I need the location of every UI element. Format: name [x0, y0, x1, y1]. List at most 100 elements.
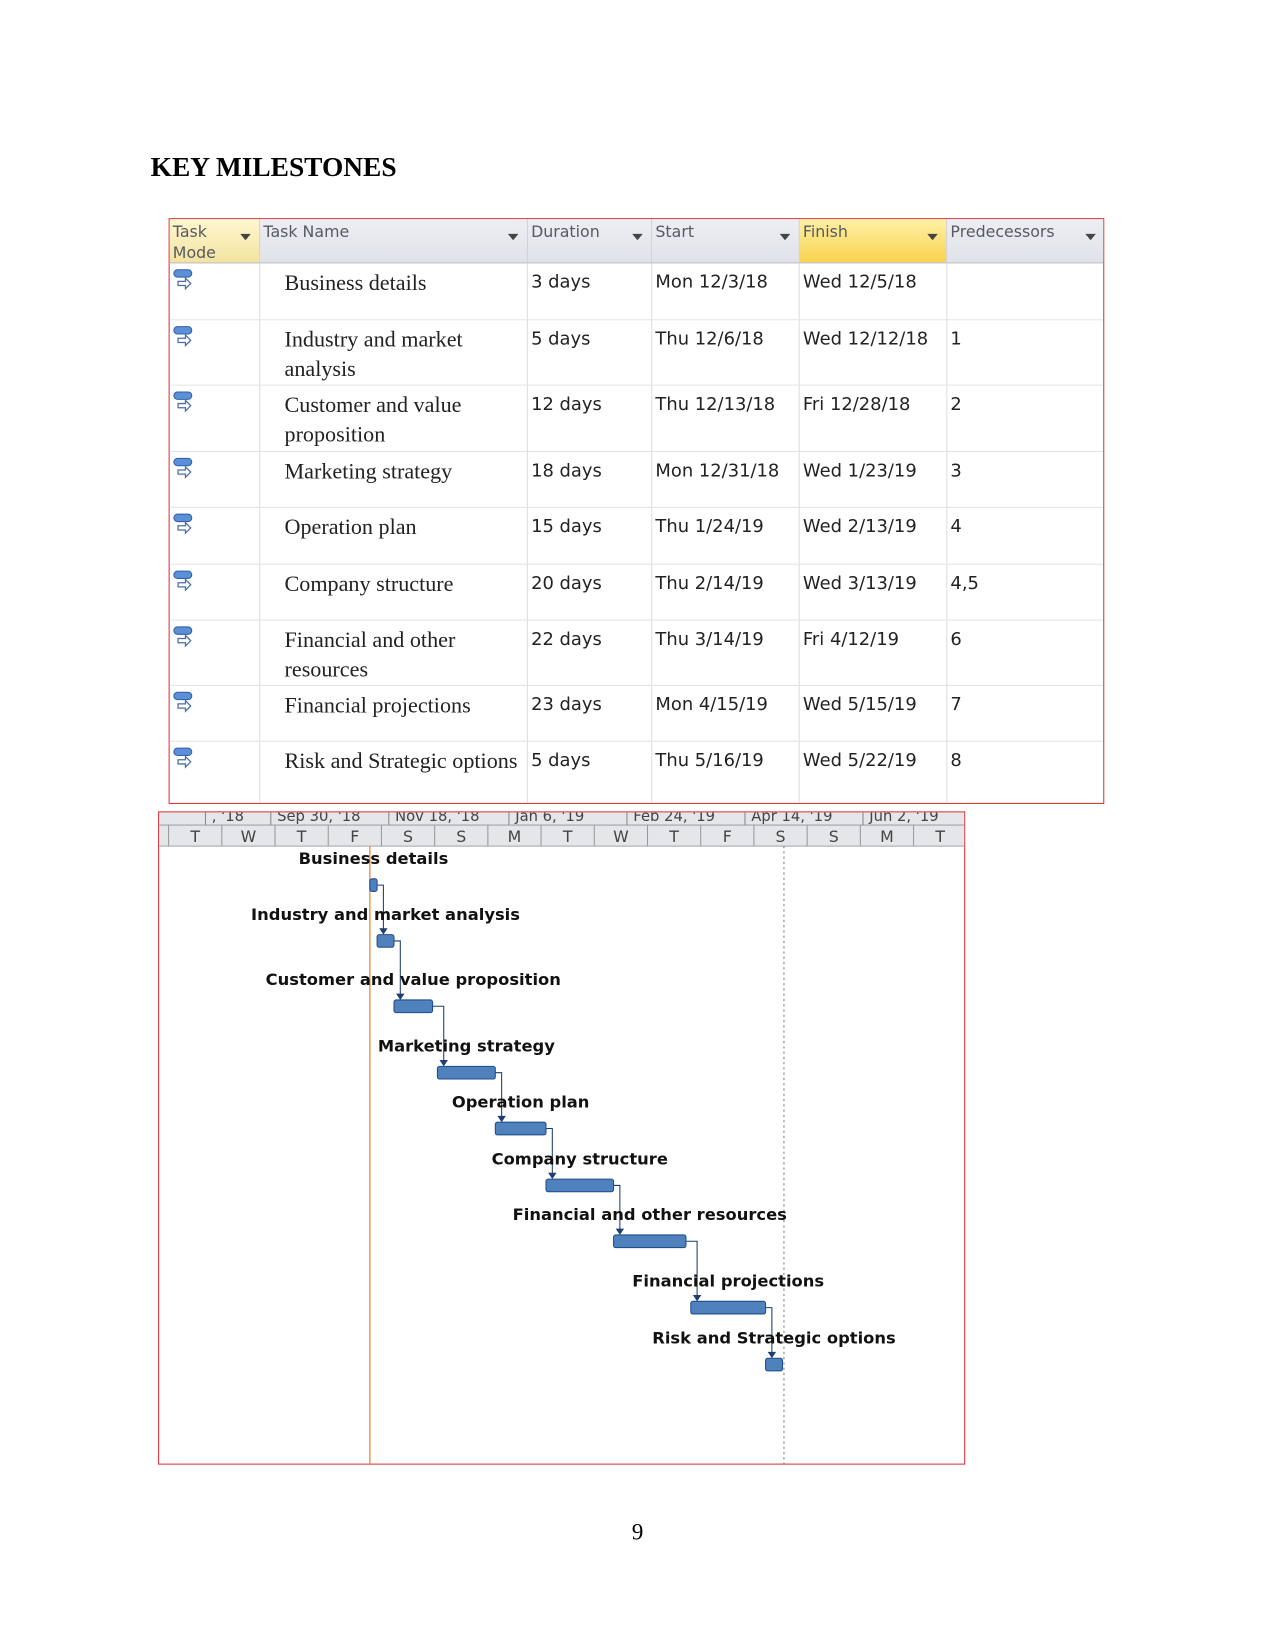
dropdown-arrow-icon[interactable]: [1085, 233, 1096, 241]
cell-start: Thu 3/14/19: [652, 620, 800, 685]
cell-pred: 7: [947, 686, 1103, 741]
cell-pred: [947, 263, 1103, 319]
task-bar: [436, 1065, 496, 1080]
table-row[interactable]: Financial and other resources 22 days Thu …: [169, 620, 1104, 686]
cell-duration: 18 days: [528, 452, 653, 507]
document-page: KEY MILESTONES Task Mode Task Name Duratio…: [0, 0, 1275, 1651]
column-header-pred[interactable]: Predecessors: [947, 219, 1104, 264]
auto-scheduled-task-icon: [173, 457, 193, 479]
cell-mode: [170, 741, 261, 803]
task-bar: [376, 934, 395, 948]
cell-duration: 20 days: [528, 564, 653, 620]
task-bar: [545, 1178, 615, 1193]
cell-name: Industry and market analysis: [260, 320, 528, 385]
timescale-day-label: T: [296, 827, 307, 846]
table-row[interactable]: Risk and Strategic options 5 days Thu 5/16…: [170, 741, 1104, 803]
column-header-finish[interactable]: Finish: [799, 219, 948, 264]
dropdown-arrow-icon[interactable]: [927, 233, 938, 241]
cell-start: Thu 1/24/19: [652, 507, 800, 564]
table-row[interactable]: Company structure 20 days Thu 2/14/19 Wed 3…: [169, 564, 1104, 621]
timescale-top-label: Jun 2, '19: [868, 812, 938, 824]
cell-mode: [170, 507, 261, 564]
link-arrowhead-icon: [692, 1294, 702, 1302]
table-row[interactable]: Customer and value proposition 12 days Thu…: [169, 385, 1104, 453]
link-arrowhead-icon: [767, 1351, 777, 1359]
task-bar: [393, 999, 434, 1014]
column-header-label: Start: [655, 222, 695, 242]
timescale-day-label: S: [403, 827, 413, 846]
task-bar: [613, 1234, 687, 1249]
cell-finish: Wed 3/13/19: [800, 564, 948, 620]
timescale-day-label: W: [241, 827, 257, 846]
auto-scheduled-task-icon: [173, 626, 193, 648]
column-header-duration[interactable]: Duration: [527, 219, 653, 264]
cell-finish: Wed 12/5/18: [800, 263, 948, 320]
auto-scheduled-task-icon: [173, 570, 193, 592]
task-bar-label: Financial and other resources: [513, 1205, 787, 1224]
task-bar: [494, 1121, 547, 1136]
cell-duration: 22 days: [528, 620, 653, 685]
gantt-svg: , '18 Sep 30, '18 Nov 18, '18 Jan 6, '19 Feb…: [159, 812, 965, 1464]
cell-name: Financial and other resources: [260, 620, 528, 685]
cell-finish: Wed 5/15/19: [800, 685, 948, 741]
timescale-day-label: M: [508, 827, 522, 846]
cell-name: Marketing strategy: [260, 452, 528, 507]
column-header-start[interactable]: Start: [652, 219, 800, 264]
column-header-label: Predecessors: [950, 222, 1055, 242]
dropdown-arrow-icon[interactable]: [632, 233, 643, 241]
task-table: Task Mode Task Name Duration Start Finish Pre…: [168, 218, 1105, 804]
cell-duration: 12 days: [528, 385, 653, 451]
link-arrowhead-icon: [439, 1060, 448, 1067]
link-arrowhead-icon: [379, 928, 388, 935]
dropdown-arrow-icon[interactable]: [507, 233, 519, 241]
table-row[interactable]: Marketing strategy 18 days Mon 12/31/18 Wed…: [169, 452, 1104, 508]
task-bar: [690, 1300, 767, 1315]
task-bar-label: Customer and value proposition: [266, 970, 561, 989]
timescale-top-label: Sep 30, '18: [277, 812, 360, 824]
table-row[interactable]: Operation plan 15 days Thu 1/24/19 Wed 2/13…: [169, 507, 1104, 565]
task-bar-label: Industry and market analysis: [251, 905, 520, 924]
cell-duration: 5 days: [528, 320, 653, 385]
timescale-day-label: M: [880, 827, 894, 846]
dropdown-arrow-icon[interactable]: [779, 233, 791, 241]
timescale-day-label: T: [562, 827, 573, 846]
cell-finish: Wed 1/23/19: [800, 452, 948, 507]
cell-start: Mon 12/31/18: [652, 452, 800, 507]
cell-finish: Fri 4/12/19: [800, 620, 948, 685]
cell-mode: [170, 263, 261, 320]
cell-name: Customer and value proposition: [260, 385, 528, 451]
timescale-day-label: F: [723, 827, 732, 846]
link-arrowhead-icon: [396, 993, 405, 1000]
timescale-day-label: S: [829, 827, 839, 846]
cell-name: Financial projections: [260, 685, 528, 741]
timescale-top-label: Apr 14, '19: [751, 812, 832, 824]
column-header-name[interactable]: Task Name: [260, 219, 528, 264]
dropdown-arrow-icon[interactable]: [240, 233, 251, 241]
auto-scheduled-task-icon: [173, 391, 193, 413]
cell-finish: Wed 5/22/19: [800, 741, 948, 803]
cell-start: Thu 2/14/19: [652, 564, 800, 620]
table-row[interactable]: Financial projections 23 days Mon 4/15/19 W…: [169, 685, 1104, 742]
auto-scheduled-task-icon: [173, 747, 193, 769]
auto-scheduled-task-icon: [173, 513, 193, 535]
gantt-chart: , '18 Sep 30, '18 Nov 18, '18 Jan 6, '19 Feb…: [158, 811, 966, 1465]
cell-name: Operation plan: [260, 507, 528, 564]
cell-duration: 23 days: [528, 685, 653, 741]
cell-mode: [170, 564, 261, 620]
column-header-label: Task Name: [263, 222, 350, 242]
cell-mode: [170, 452, 261, 507]
task-bar-label: Operation plan: [452, 1092, 590, 1111]
table-row[interactable]: Business details 3 days Mon 12/3/18 Wed 12/…: [169, 263, 1104, 321]
cell-duration: 5 days: [528, 741, 653, 803]
cell-pred: 4: [947, 508, 1103, 564]
cell-duration: 15 days: [528, 507, 653, 564]
column-header-mode[interactable]: Task Mode: [169, 219, 261, 264]
link-arrowhead-icon: [548, 1172, 557, 1180]
table-row[interactable]: Industry and market analysis 5 days Thu 12…: [169, 320, 1104, 386]
timescale-day-label: F: [350, 827, 359, 846]
column-header-label: Duration: [531, 222, 600, 242]
cell-mode: [170, 620, 261, 685]
timescale-day-label: S: [456, 827, 466, 846]
cell-start: Thu 5/16/19: [652, 741, 800, 803]
timescale-day-label: T: [934, 827, 945, 846]
